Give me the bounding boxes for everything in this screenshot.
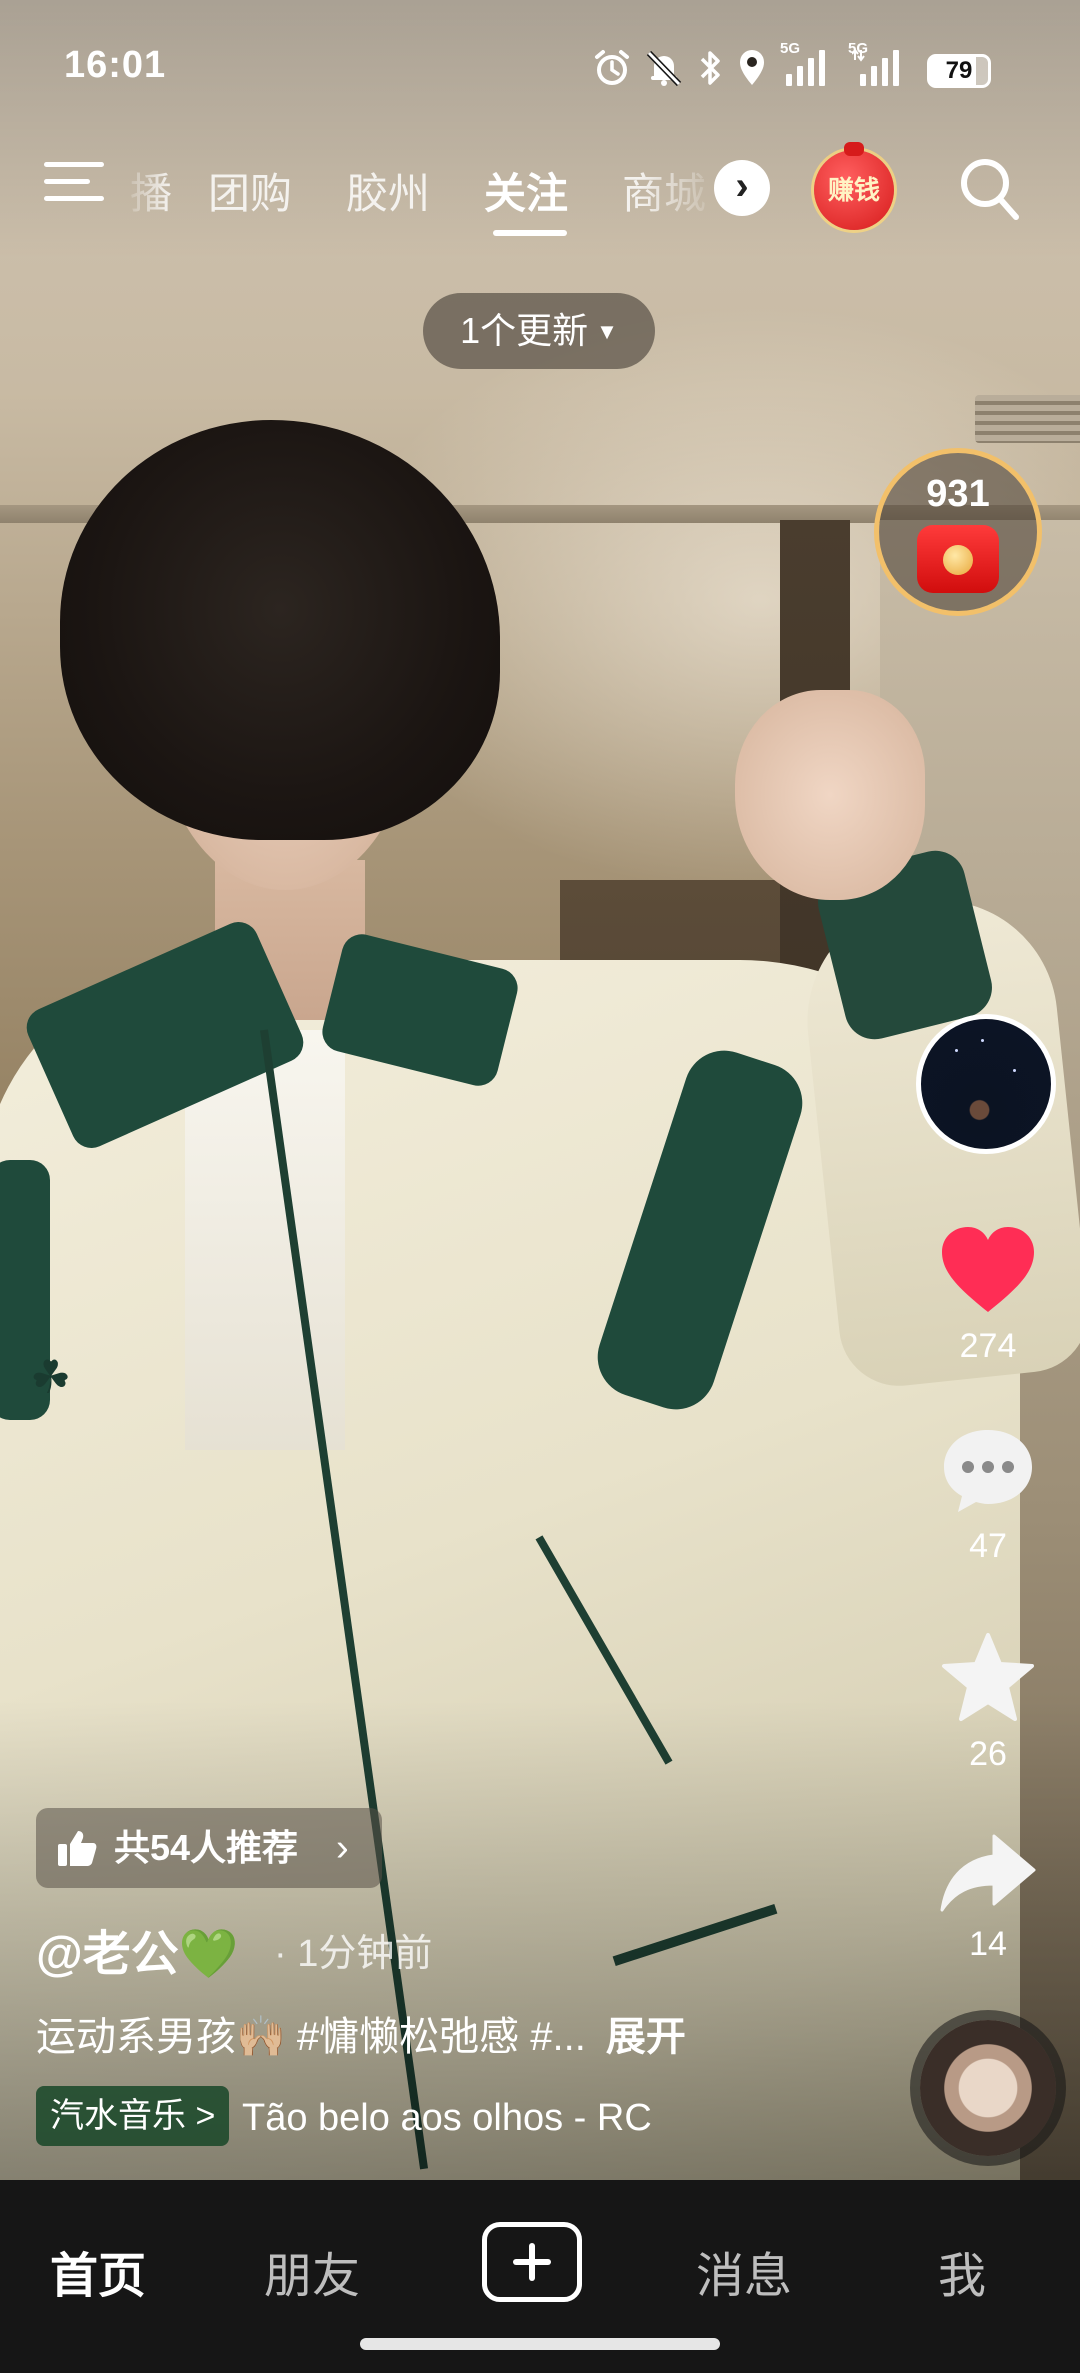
signal-icon-2: 5G <box>848 40 904 93</box>
comment-icon <box>944 1430 1032 1512</box>
location-icon <box>740 50 764 85</box>
nav-home[interactable]: 首页 <box>50 2236 146 2306</box>
coin-count: 931 <box>926 473 990 515</box>
search-icon[interactable] <box>958 156 1020 222</box>
network-type-label-2: 5G <box>848 40 869 57</box>
status-bar: 16:01 5G 5G 79 <box>0 0 1080 140</box>
video-caption[interactable]: 运动系男孩🙌🏼 #慵懒松弛感 #... 展开 <box>36 2004 896 2062</box>
tab-mall[interactable]: 商城 <box>622 160 706 221</box>
avatar-star <box>955 1049 958 1052</box>
signal-icon: 5G <box>780 40 830 93</box>
nav-friends[interactable]: 朋友 <box>264 2236 360 2306</box>
chevron-right-icon[interactable]: › <box>714 160 770 216</box>
person-hand <box>735 690 925 900</box>
recommend-pill[interactable]: 共54人推荐 › <box>36 1808 382 1888</box>
thumbs-up-icon <box>58 1831 97 1866</box>
song-title[interactable]: Tão belo aos olhos - RC <box>242 2090 670 2146</box>
avatar-star <box>1013 1069 1016 1072</box>
tab-group-buy[interactable]: 团购 <box>208 160 292 221</box>
tab-following[interactable]: 关注 <box>484 160 568 221</box>
red-packet-widget[interactable]: 931 <box>874 448 1042 616</box>
nav-messages[interactable]: 消息 <box>696 2236 792 2306</box>
brand-logo-icon: ☘ <box>30 1351 72 1403</box>
person-hair <box>60 420 500 840</box>
favorite-button[interactable]: 26 <box>918 1632 1058 1774</box>
comment-button[interactable]: 47 <box>918 1424 1058 1566</box>
new-updates-pill[interactable]: 1个更新 ▼ <box>423 293 655 369</box>
like-button[interactable]: 274 <box>918 1224 1058 1366</box>
home-indicator[interactable] <box>360 2338 720 2350</box>
post-time: · 1分钟前 <box>274 1933 433 1975</box>
earn-money-button[interactable]: 赚钱 <box>814 142 894 230</box>
caption-text: 运动系男孩🙌🏼 #慵懒松弛感 #... <box>36 2015 586 2059</box>
favorite-count: 26 <box>969 1735 1007 1773</box>
mute-bell-icon <box>646 50 682 87</box>
recommend-text: 共54人推荐 <box>114 1827 299 1868</box>
share-button[interactable]: 14 <box>918 1830 1058 1964</box>
author-name[interactable]: @老公💚 <box>36 1914 239 1984</box>
avatar-star <box>981 1039 984 1042</box>
caret-down-icon: ▼ <box>596 319 618 344</box>
battery-icon: 79 <box>927 54 991 88</box>
music-app-tag[interactable]: 汽水音乐 > <box>36 2086 230 2146</box>
create-post-button[interactable] <box>482 2222 582 2302</box>
top-tab-bar: 播 团购 胶州 关注 商城 <box>120 156 720 226</box>
share-count: 14 <box>969 1925 1007 1963</box>
expand-link[interactable]: 展开 <box>606 2015 686 2059</box>
alarm-icon <box>595 50 629 85</box>
battery-level: 79 <box>945 57 973 84</box>
network-type-label: 5G <box>780 40 801 57</box>
nav-profile[interactable]: 我 <box>938 2236 986 2306</box>
tab-local[interactable]: 胶州 <box>346 160 430 221</box>
like-count: 274 <box>959 1327 1017 1365</box>
active-tab-indicator <box>493 230 567 236</box>
update-label: 1个更新 <box>460 310 589 351</box>
bluetooth-icon <box>700 51 720 85</box>
comment-count: 47 <box>969 1527 1007 1565</box>
share-icon <box>940 1834 1036 1912</box>
chevron-right-icon: › <box>336 1827 349 1869</box>
red-packet-icon <box>917 525 999 593</box>
clock: 16:01 <box>64 44 167 86</box>
air-vent <box>975 395 1080 443</box>
star-icon <box>942 1633 1034 1721</box>
music-disc-icon[interactable] <box>920 2020 1056 2156</box>
tab-live[interactable]: 播 <box>130 160 172 221</box>
menu-icon[interactable] <box>44 162 104 210</box>
heart-icon <box>942 1227 1034 1312</box>
author-avatar[interactable] <box>916 1014 1056 1154</box>
